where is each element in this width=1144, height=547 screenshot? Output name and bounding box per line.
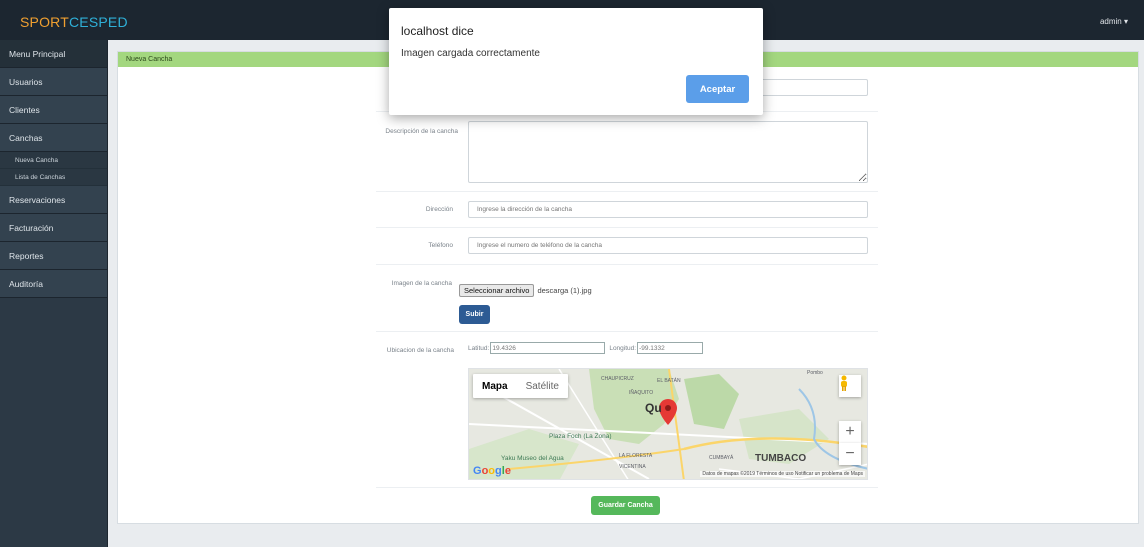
coordinates: Latitud: Longitud: bbox=[468, 342, 707, 354]
map-type-control: Mapa Satélite bbox=[473, 374, 568, 398]
sidebar-subitem-lista-canchas[interactable]: Lista de Canchas bbox=[0, 169, 107, 186]
imagen-label: Imagen de la cancha bbox=[391, 280, 452, 287]
direccion-input[interactable] bbox=[468, 201, 868, 218]
street-view-pegman-icon[interactable] bbox=[839, 375, 861, 397]
latitud-label: Latitud: bbox=[468, 344, 490, 352]
latitud-input[interactable] bbox=[490, 342, 606, 354]
user-menu[interactable]: admin ▾ bbox=[1100, 17, 1128, 26]
alert-dialog: localhost dice Imagen cargada correctame… bbox=[389, 8, 763, 115]
save-cancha-button[interactable]: Guardar Cancha bbox=[591, 496, 660, 515]
map-label-inaquito: IÑAQUITO bbox=[629, 390, 654, 396]
map-label-tumbaco: TUMBACO bbox=[755, 453, 807, 464]
map-label-chaupicruz: CHAUPICRUZ bbox=[601, 376, 634, 382]
row-divider bbox=[376, 264, 878, 265]
file-name: descarga (1).jpg bbox=[537, 286, 592, 295]
sidebar: Menu Principal Usuarios Clientes Canchas… bbox=[0, 40, 108, 547]
map-attribution[interactable]: Datos de mapas ©2019 Términos de uso Not… bbox=[700, 471, 865, 477]
sidebar-item-auditoria[interactable]: Auditoría bbox=[0, 270, 107, 298]
map-label-city: Qu bbox=[645, 401, 662, 415]
map-label-plaza-foch: Plaza Foch (La Zona) bbox=[549, 433, 612, 440]
sidebar-item-facturacion[interactable]: Facturación bbox=[0, 214, 107, 242]
descripcion-textarea[interactable] bbox=[468, 121, 868, 183]
google-logo: Google bbox=[473, 465, 511, 477]
zoom-in-button[interactable]: + bbox=[839, 421, 861, 443]
location-map[interactable]: Mapa Satélite CHAUPICRUZ EL BATÁN IÑAQUI… bbox=[468, 368, 868, 480]
ubicacion-label: Ubicacion de la cancha bbox=[386, 347, 454, 354]
descripcion-label: Descripción de la cancha bbox=[385, 128, 458, 135]
brand-logo[interactable]: SPORTCESPED bbox=[20, 14, 128, 30]
direccion-label: Dirección bbox=[425, 206, 453, 213]
telefono-label: Teléfono bbox=[428, 242, 453, 249]
longitud-label: Longitud: bbox=[609, 344, 637, 352]
dialog-title: localhost dice bbox=[401, 24, 474, 38]
longitud-input[interactable] bbox=[637, 342, 704, 354]
sidebar-item-menu-principal[interactable]: Menu Principal bbox=[0, 40, 107, 68]
upload-button[interactable]: Subir bbox=[459, 305, 490, 324]
sidebar-subitem-nueva-cancha[interactable]: Nueva Cancha bbox=[0, 152, 107, 169]
map-label-la-floresta: LA FLORESTA bbox=[619, 453, 653, 459]
telefono-input[interactable] bbox=[468, 237, 868, 254]
file-chooser: Seleccionar archivo descarga (1).jpg bbox=[459, 284, 592, 297]
map-label-cumbaya: CUMBAYÁ bbox=[709, 455, 734, 461]
row-divider bbox=[376, 227, 878, 228]
row-divider bbox=[376, 331, 878, 332]
map-label-vicentina: VICENTINA bbox=[619, 464, 646, 470]
sidebar-item-clientes[interactable]: Clientes bbox=[0, 96, 107, 124]
map-type-satelite[interactable]: Satélite bbox=[517, 374, 568, 398]
map-label-yaku: Yaku Museo del Agua bbox=[501, 455, 564, 462]
sidebar-item-canchas[interactable]: Canchas bbox=[0, 124, 107, 152]
sidebar-item-reservaciones[interactable]: Reservaciones bbox=[0, 186, 107, 214]
sidebar-item-reportes[interactable]: Reportes bbox=[0, 242, 107, 270]
dialog-ok-button[interactable]: Aceptar bbox=[686, 75, 749, 103]
row-divider bbox=[376, 191, 878, 192]
file-select-button[interactable]: Seleccionar archivo bbox=[459, 284, 535, 297]
map-label-el-batan: EL BATÁN bbox=[657, 378, 681, 384]
map-label-pombo: Pombo bbox=[807, 370, 823, 376]
zoom-out-button[interactable]: − bbox=[839, 443, 861, 465]
map-type-mapa[interactable]: Mapa bbox=[473, 374, 517, 398]
dialog-message: Imagen cargada correctamente bbox=[401, 48, 540, 59]
sidebar-item-usuarios[interactable]: Usuarios bbox=[0, 68, 107, 96]
row-divider bbox=[376, 487, 878, 488]
